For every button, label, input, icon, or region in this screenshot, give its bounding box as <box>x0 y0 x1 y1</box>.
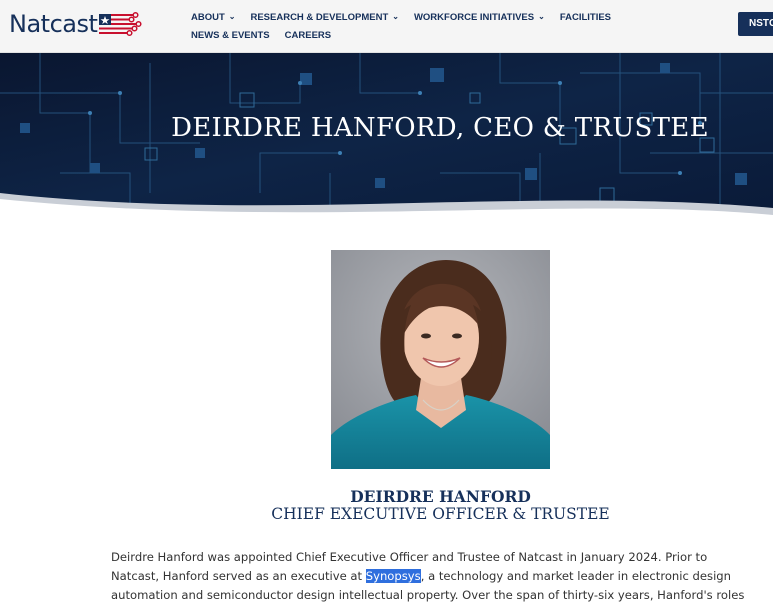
portrait-image <box>331 250 550 469</box>
bio-text: Natcast, Hanford served as an executive … <box>111 569 366 583</box>
nav-item-label: NEWS & EVENTS <box>191 29 270 41</box>
nav-item-research-development[interactable]: RESEARCH & DEVELOPMENT ⌄ <box>250 12 398 23</box>
bio-line-2: Natcast, Hanford served as an executive … <box>111 567 773 586</box>
main-nav: ABOUT ⌄ RESEARCH & DEVELOPMENT ⌄ WORKFOR… <box>191 8 651 44</box>
synopsys-link[interactable]: Synopsys <box>365 569 421 583</box>
nav-item-facilities[interactable]: FACILITIES <box>560 12 611 23</box>
nav-item-careers[interactable]: CAREERS <box>285 30 331 41</box>
bio-line-1: Deirdre Hanford was appointed Chief Exec… <box>111 550 708 564</box>
profile-role: CHIEF EXECUTIVE OFFICER & TRUSTEE <box>271 505 610 523</box>
nav-item-label: WORKFORCE INITIATIVES <box>413 11 535 23</box>
site-header: Natcast ABOUT ⌄ RESEARCH & DEVELOPMENT ⌄ <box>0 0 773 53</box>
nav-row-secondary: NEWS & EVENTS CAREERS <box>191 26 651 44</box>
nav-item-about[interactable]: ABOUT ⌄ <box>191 12 235 23</box>
bio-text: , a technology and market leader in elec… <box>420 569 732 583</box>
nav-item-workforce-initiatives[interactable]: WORKFORCE INITIATIVES ⌄ <box>414 12 545 23</box>
flag-circuit-icon <box>99 11 142 37</box>
nav-item-label: CAREERS <box>284 29 332 41</box>
nav-item-label: RESEARCH & DEVELOPMENT <box>250 11 389 23</box>
page-title: DEIRDRE HANFORD, CEO & TRUSTEE <box>171 113 709 143</box>
profile-photo <box>331 250 550 469</box>
hero-banner: DEIRDRE HANFORD, CEO & TRUSTEE <box>0 53 773 218</box>
nav-item-label: FACILITIES <box>559 11 612 23</box>
chevron-down-icon: ⌄ <box>228 11 236 21</box>
chevron-down-icon: ⌄ <box>538 11 545 21</box>
bio-paragraph: Deirdre Hanford was appointed Chief Exec… <box>111 548 773 602</box>
nav-item-news-events[interactable]: NEWS & EVENTS <box>191 30 270 41</box>
chevron-down-icon: ⌄ <box>392 11 399 21</box>
nstc-button[interactable]: NSTC <box>738 12 773 36</box>
natcast-logo[interactable]: Natcast <box>9 9 143 39</box>
bio-line-3: automation and semiconductor design inte… <box>111 588 745 602</box>
nav-row-primary: ABOUT ⌄ RESEARCH & DEVELOPMENT ⌄ WORKFOR… <box>191 8 651 26</box>
logo-wordmark: Natcast <box>9 10 98 38</box>
profile-name: DEIRDRE HANFORD <box>350 487 531 506</box>
nav-item-label: ABOUT <box>191 11 225 23</box>
